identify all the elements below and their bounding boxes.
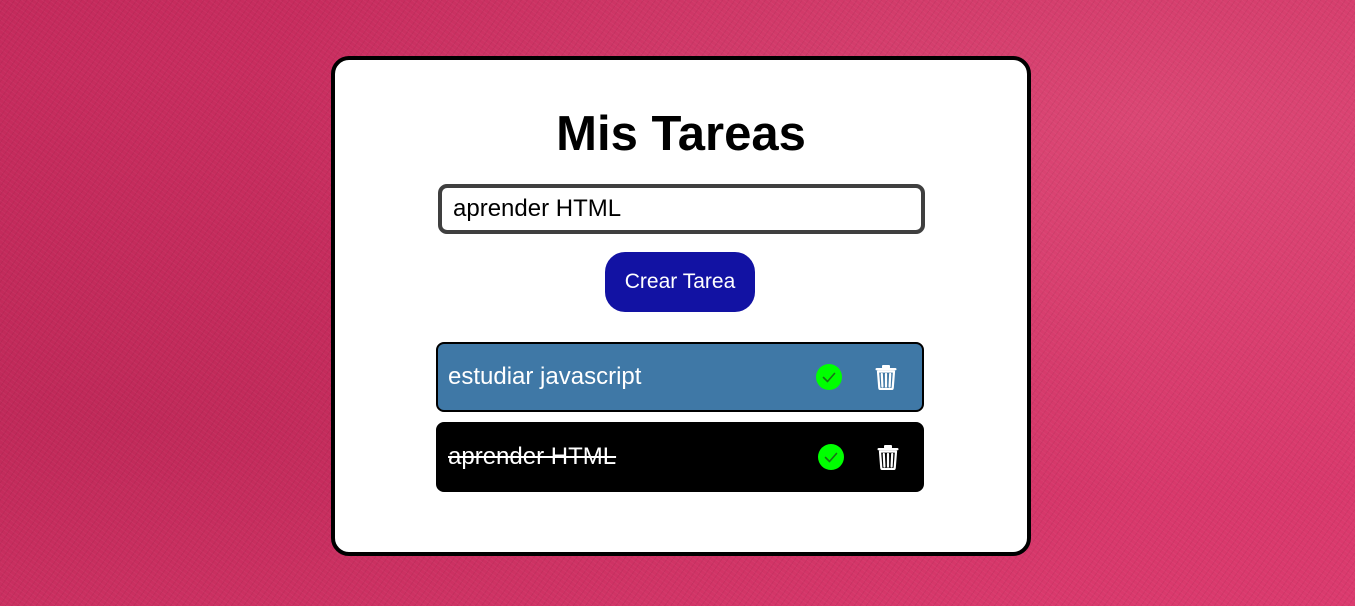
trash-icon[interactable] (876, 444, 900, 470)
task-item: aprender HTML (436, 422, 924, 492)
task-item: estudiar javascript (436, 342, 924, 412)
task-input[interactable] (438, 184, 925, 234)
page-title: Mis Tareas (556, 107, 806, 161)
task-text: aprender HTML (448, 443, 617, 470)
check-circle-icon[interactable] (818, 444, 844, 470)
check-circle-icon[interactable] (816, 364, 842, 390)
todo-card: Mis Tareas Crear Tarea estudiar javascri… (331, 56, 1031, 556)
create-task-button[interactable]: Crear Tarea (605, 252, 755, 312)
task-text: estudiar javascript (448, 363, 642, 390)
trash-icon[interactable] (874, 364, 898, 390)
